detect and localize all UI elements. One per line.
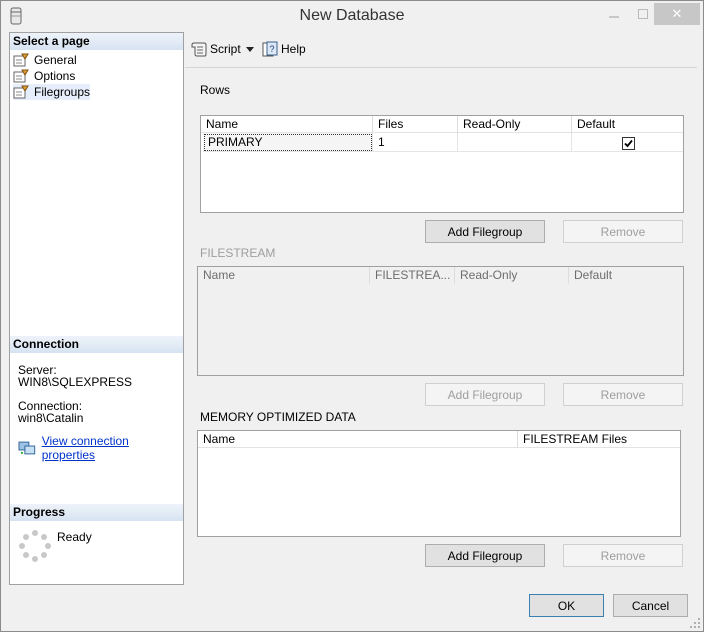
memory-add-filegroup-button[interactable]: Add Filegroup xyxy=(425,544,545,567)
column-header-filestream-files[interactable]: FILESTREAM Files xyxy=(518,431,680,448)
column-header-files[interactable]: Files xyxy=(373,116,458,133)
close-button[interactable]: ✕ xyxy=(654,3,700,25)
rows-grid[interactable]: Name Files Read-Only Default PRIMARY 1 xyxy=(200,115,684,213)
title-bar: New Database ✕ xyxy=(1,1,703,31)
column-header-default[interactable]: Default xyxy=(572,116,683,133)
script-label: Script xyxy=(210,42,241,56)
minimize-icon xyxy=(609,16,619,18)
script-icon xyxy=(191,42,207,57)
left-pane: Select a page General Options Filegroups… xyxy=(9,32,184,585)
filestream-remove-button[interactable]: Remove xyxy=(563,383,683,406)
maximize-icon xyxy=(638,9,648,19)
new-database-dialog: New Database ✕ Select a page General Opt… xyxy=(0,0,704,632)
rows-add-filegroup-button[interactable]: Add Filegroup xyxy=(425,220,545,243)
default-checkbox[interactable] xyxy=(622,137,635,150)
page-item-label: Options xyxy=(34,69,76,83)
column-header-read-only[interactable]: Read-Only xyxy=(458,116,572,133)
column-header-filestream[interactable]: FILESTREA... xyxy=(370,267,455,284)
rows-label: Rows xyxy=(200,83,231,97)
help-icon: ? xyxy=(262,41,278,57)
column-header-name[interactable]: Name xyxy=(198,431,518,448)
page-item-label: General xyxy=(34,53,77,67)
minimize-button[interactable] xyxy=(599,3,629,25)
toolbar: Script ? Help xyxy=(185,32,697,66)
view-connection-properties-row: View connection properties xyxy=(18,434,183,462)
page-item-general[interactable]: General xyxy=(13,52,77,68)
page-item-options[interactable]: Options xyxy=(13,68,75,84)
dialog-footer: OK Cancel xyxy=(9,585,697,625)
page-wrench-icon xyxy=(13,69,29,83)
row-primary-files-cell[interactable]: 1 xyxy=(373,133,458,152)
page-wrench-icon xyxy=(13,53,29,67)
script-dropdown-button[interactable] xyxy=(246,40,254,58)
memory-remove-button[interactable]: Remove xyxy=(563,544,683,567)
column-header-read-only[interactable]: Read-Only xyxy=(455,267,569,284)
progress-spinner-icon xyxy=(19,530,51,562)
checkmark-icon xyxy=(624,139,633,148)
connection-value: win8\Catalin xyxy=(18,411,84,425)
column-header-name[interactable]: Name xyxy=(198,267,370,284)
cancel-button[interactable]: Cancel xyxy=(613,594,688,617)
close-icon: ✕ xyxy=(671,6,683,21)
filegroups-page: Rows Name Files Read-Only Default PRIMAR… xyxy=(185,67,697,585)
memory-optimized-label: MEMORY OPTIMIZED DATA xyxy=(200,410,356,424)
page-item-filegroups[interactable]: Filegroups xyxy=(13,84,91,100)
column-header-default[interactable]: Default xyxy=(569,267,683,284)
page-wrench-icon xyxy=(13,85,29,99)
filestream-grid[interactable]: Name FILESTREA... Read-Only Default xyxy=(197,266,684,376)
window-title: New Database xyxy=(299,7,405,24)
connection-properties-icon xyxy=(18,441,36,455)
progress-status: Ready xyxy=(57,530,92,544)
column-header-name[interactable]: Name xyxy=(201,116,373,133)
filestream-add-filegroup-button[interactable]: Add Filegroup xyxy=(425,383,545,406)
filestream-label: FILESTREAM xyxy=(200,246,276,260)
row-primary-name-cell[interactable]: PRIMARY xyxy=(203,133,373,152)
ok-button[interactable]: OK xyxy=(529,594,604,617)
svg-text:?: ? xyxy=(269,44,274,54)
connection-header: Connection xyxy=(10,336,183,353)
progress-header: Progress xyxy=(10,504,183,521)
row-primary-read-only-cell[interactable] xyxy=(458,133,572,152)
server-value: WIN8\SQLEXPRESS xyxy=(18,375,133,389)
help-button[interactable]: ? Help xyxy=(262,40,306,58)
help-label: Help xyxy=(281,42,306,56)
rows-remove-button[interactable]: Remove xyxy=(563,220,683,243)
select-page-header: Select a page xyxy=(10,33,183,50)
memory-optimized-grid[interactable]: Name FILESTREAM Files xyxy=(197,430,681,537)
page-item-label: Filegroups xyxy=(34,85,91,99)
resize-grip-icon[interactable] xyxy=(689,617,701,629)
chevron-down-icon xyxy=(246,46,254,52)
view-connection-properties-link[interactable]: View connection properties xyxy=(42,434,183,462)
script-button[interactable]: Script xyxy=(191,40,241,58)
